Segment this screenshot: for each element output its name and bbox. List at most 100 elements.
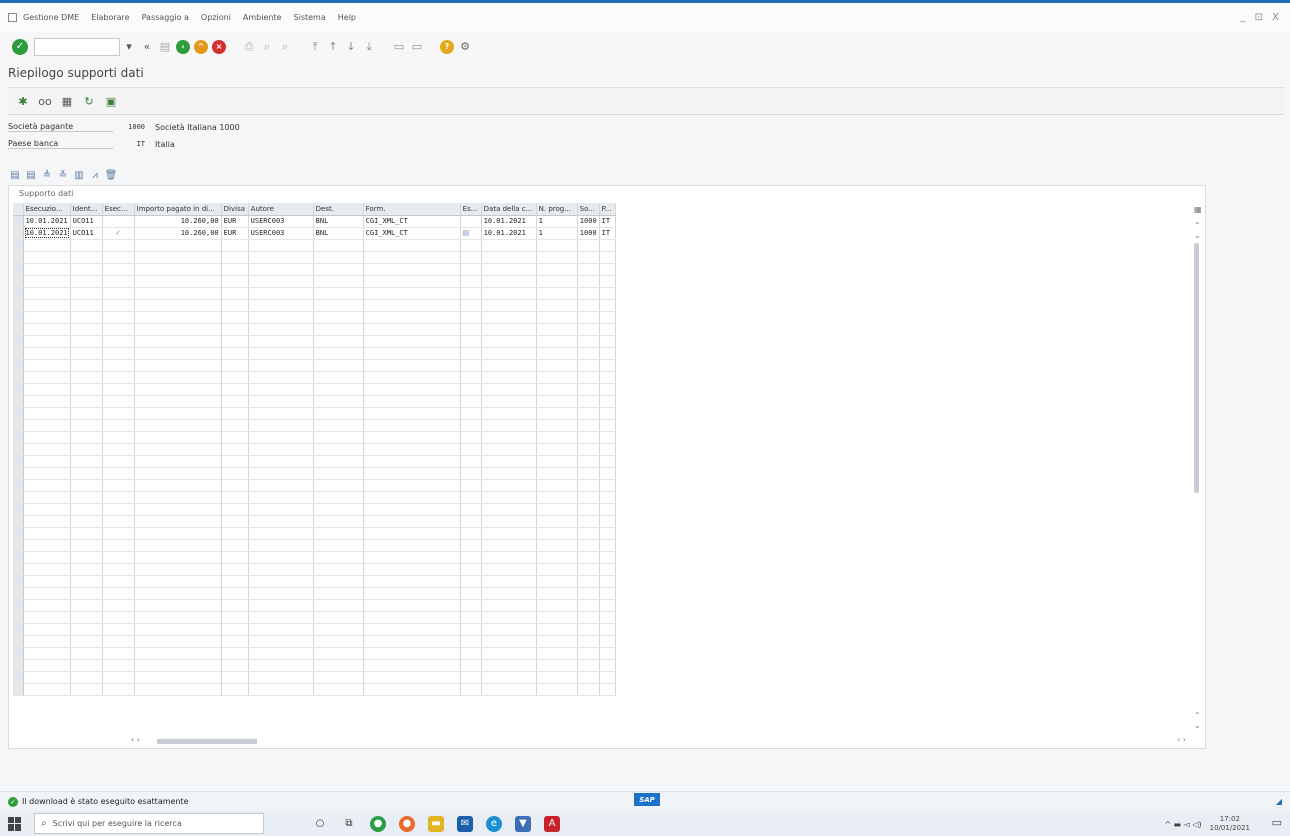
windows-start-icon[interactable]: [8, 816, 22, 831]
empty-table-row[interactable]: [13, 407, 616, 420]
right-scroll-arrows-icon[interactable]: ‹ ›: [1177, 735, 1186, 744]
settings-gear-icon[interactable]: ⚙: [458, 40, 472, 54]
scroll-left-right-icon[interactable]: ‹ ›: [131, 735, 140, 744]
glasses-icon[interactable]: oo: [38, 94, 52, 108]
details-icon[interactable]: ▣: [104, 94, 118, 108]
scroll-down-bottom-icon[interactable]: ⌄: [1194, 721, 1201, 730]
cell-ident[interactable]: UCO11: [70, 227, 103, 240]
refresh-icon[interactable]: ↻: [82, 94, 96, 108]
next-page-icon[interactable]: ↓: [344, 40, 358, 54]
cell-format[interactable]: CGI_XML_CT: [363, 227, 461, 240]
empty-table-row[interactable]: [13, 503, 616, 516]
previous-page-icon[interactable]: ↑: [326, 40, 340, 54]
header-corner[interactable]: [13, 203, 24, 216]
empty-table-row[interactable]: [13, 299, 616, 312]
cell-so[interactable]: 1000: [577, 215, 600, 228]
save-icon[interactable]: ▤: [158, 40, 172, 54]
shortcut-icon[interactable]: ▭: [410, 40, 424, 54]
empty-table-row[interactable]: [13, 431, 616, 444]
column-header-format[interactable]: Form.: [363, 203, 461, 216]
execute-icon[interactable]: ✱: [16, 94, 30, 108]
tray-icons[interactable]: ^ ▬ ◅ ◁): [1164, 820, 1201, 829]
cell-amount[interactable]: 10.260,00: [134, 227, 222, 240]
cell-currency[interactable]: EUR: [221, 227, 249, 240]
empty-table-row[interactable]: [13, 479, 616, 492]
column-header-ident[interactable]: Ident...: [70, 203, 103, 216]
cell-author[interactable]: USERC003: [248, 227, 314, 240]
cell-dest[interactable]: BNL: [313, 215, 364, 228]
empty-table-row[interactable]: [13, 287, 616, 300]
find-icon[interactable]: ⌕: [260, 40, 274, 54]
cell-prog[interactable]: 1: [536, 215, 578, 228]
cell-exec-date[interactable]: 10.01.2021: [24, 228, 69, 238]
first-page-icon[interactable]: ⤒: [308, 40, 322, 54]
empty-table-row[interactable]: [13, 599, 616, 612]
empty-table-row[interactable]: [13, 575, 616, 588]
empty-table-row[interactable]: [13, 347, 616, 360]
empty-table-row[interactable]: [13, 395, 616, 408]
notification-icon[interactable]: ▭: [1272, 816, 1282, 829]
menu-gestione-dme[interactable]: Gestione DME: [23, 13, 79, 22]
help-icon[interactable]: ?: [440, 39, 454, 54]
empty-table-row[interactable]: [13, 443, 616, 456]
last-page-icon[interactable]: ⤓: [362, 40, 376, 54]
empty-table-row[interactable]: [13, 419, 616, 432]
cell-author[interactable]: USERC003: [248, 215, 314, 228]
empty-table-row[interactable]: [13, 563, 616, 576]
calculator-icon[interactable]: ▦: [60, 94, 74, 108]
row-selector[interactable]: [13, 227, 24, 240]
cell-creation-date[interactable]: 10.01.2021: [481, 215, 537, 228]
empty-table-row[interactable]: [13, 671, 616, 684]
cell-so[interactable]: 1000: [577, 227, 600, 240]
column-header-esec[interactable]: Esec...: [102, 203, 135, 216]
empty-table-row[interactable]: [13, 263, 616, 276]
empty-table-row[interactable]: [13, 467, 616, 480]
empty-table-row[interactable]: [13, 359, 616, 372]
firefox-icon[interactable]: ●: [399, 815, 415, 832]
empty-table-row[interactable]: [13, 623, 616, 636]
empty-table-row[interactable]: [13, 371, 616, 384]
empty-table-row[interactable]: [13, 551, 616, 564]
cell-es[interactable]: [460, 215, 482, 228]
empty-table-row[interactable]: [13, 539, 616, 552]
cell-ident[interactable]: UCO11: [70, 215, 103, 228]
vertical-scrollbar[interactable]: ▦ ⌃ ⌄ ⌃ ⌄: [1191, 203, 1205, 730]
detail-view-icon[interactable]: ▤: [8, 168, 22, 182]
empty-table-row[interactable]: [13, 323, 616, 336]
menu-elaborare[interactable]: Elaborare: [91, 13, 129, 22]
cell-creation-date[interactable]: 10.01.2021: [481, 227, 537, 240]
empty-table-row[interactable]: [13, 683, 616, 696]
edge-icon[interactable]: e: [486, 815, 502, 832]
cell-p[interactable]: IT: [599, 215, 616, 228]
grid-settings-icon[interactable]: ▦: [1194, 205, 1202, 214]
empty-table-row[interactable]: [13, 515, 616, 528]
menu-sistema[interactable]: Sistema: [294, 13, 326, 22]
command-dropdown-icon[interactable]: ▾: [122, 40, 136, 54]
column-header-currency[interactable]: Divisa: [221, 203, 249, 216]
new-session-icon[interactable]: ▭: [392, 40, 406, 54]
taskbar-search-input[interactable]: ⌕ Scrivi qui per eseguire la ricerca: [34, 813, 264, 834]
row-selector[interactable]: [13, 215, 24, 228]
column-header-so[interactable]: So...: [577, 203, 600, 216]
exit-icon[interactable]: ^: [194, 39, 208, 54]
cell-amount[interactable]: 10.260,00: [134, 215, 222, 228]
select-all-icon[interactable]: ▤: [24, 168, 38, 182]
scroll-up-icon[interactable]: ⌃: [1194, 221, 1201, 230]
mail-icon[interactable]: ✉: [457, 815, 473, 832]
sort-ascending-icon[interactable]: ≜: [40, 168, 54, 182]
file-explorer-icon[interactable]: ▬: [428, 815, 444, 832]
command-history-icon[interactable]: «: [140, 40, 154, 54]
window-controls[interactable]: _ ⊡ X: [1240, 12, 1282, 23]
enter-button[interactable]: ✓: [12, 38, 28, 55]
filter-icon[interactable]: ▥: [72, 168, 86, 182]
print-icon[interactable]: ⎙: [242, 40, 256, 54]
empty-table-row[interactable]: [13, 251, 616, 264]
column-header-amount[interactable]: Importo pagato in di...: [134, 203, 222, 216]
cortana-icon[interactable]: ○: [312, 816, 328, 832]
cell-currency[interactable]: EUR: [221, 215, 249, 228]
acrobat-icon[interactable]: A: [544, 815, 560, 832]
column-header-prog[interactable]: N. prog...: [536, 203, 578, 216]
sum-icon[interactable]: ⩘: [88, 168, 102, 182]
column-header-es[interactable]: Es...: [460, 203, 482, 216]
find-next-icon[interactable]: ⌕: [278, 40, 292, 54]
